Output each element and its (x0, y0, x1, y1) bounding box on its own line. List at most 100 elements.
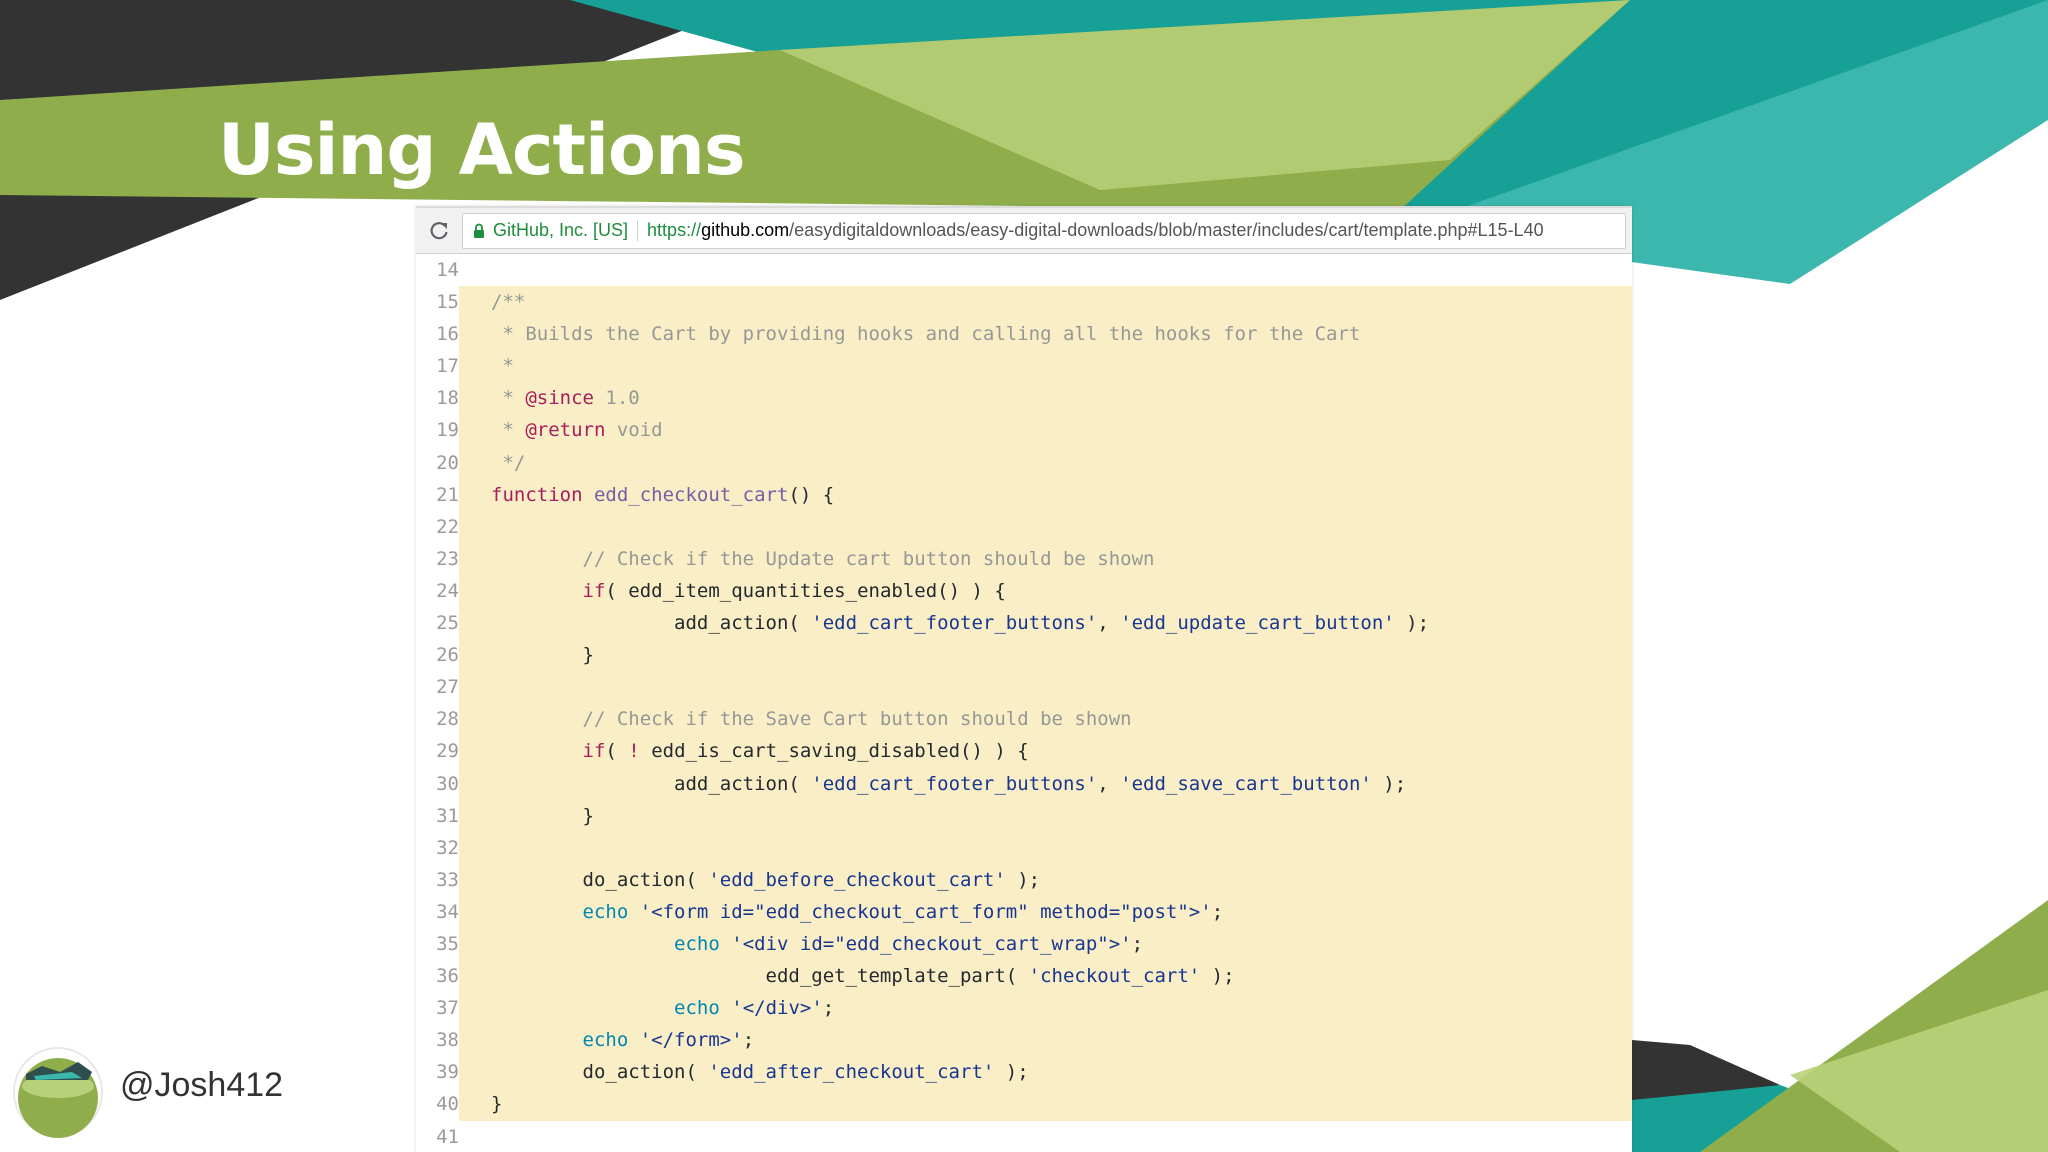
code-token: '<div id="edd_checkout_cart_wrap">' (731, 932, 1132, 955)
code-token: ( (605, 740, 629, 763)
code-token: ; (742, 1029, 755, 1052)
line-number[interactable]: 37 (416, 992, 459, 1024)
line-number[interactable]: 27 (416, 671, 459, 703)
line-number[interactable]: 33 (416, 864, 459, 896)
code-token: 'checkout_cart' (1028, 965, 1201, 988)
line-number[interactable]: 36 (416, 960, 459, 992)
url-field[interactable]: GitHub, Inc. [US] https://github.com/eas… (462, 212, 1626, 249)
code-token: 'edd_before_checkout_cart' (708, 868, 1006, 891)
line-number[interactable]: 39 (416, 1056, 459, 1088)
line-number[interactable]: 17 (416, 350, 459, 382)
line-number[interactable]: 29 (416, 735, 459, 767)
code-text: * Builds the Cart by providing hooks and… (479, 318, 1632, 351)
line-number[interactable]: 30 (416, 768, 459, 800)
line-number[interactable]: 14 (416, 254, 459, 286)
code-text: do_action( 'edd_after_checkout_cart' ); (479, 1056, 1632, 1089)
code-line: 17 * (416, 350, 1632, 383)
line-number[interactable]: 24 (416, 575, 459, 607)
avatar (13, 1047, 103, 1138)
code-line: 25 add_action( 'edd_cart_footer_buttons'… (416, 607, 1632, 640)
line-number[interactable]: 26 (416, 639, 459, 671)
code-line: 15 /** (416, 286, 1632, 319)
code-token: * (491, 419, 526, 442)
line-number[interactable]: 41 (416, 1121, 459, 1152)
line-number[interactable]: 16 (416, 318, 459, 350)
code-text: echo '<div id="edd_checkout_cart_wrap">'… (479, 927, 1632, 961)
line-number[interactable]: 21 (416, 479, 459, 511)
line-number[interactable]: 19 (416, 414, 459, 446)
line-number[interactable]: 22 (416, 511, 459, 543)
code-text (479, 510, 1632, 543)
code-token: , (1097, 612, 1121, 635)
url-host: github.com (701, 220, 790, 240)
code-text: echo '</div>'; (479, 992, 1632, 1025)
code-token: 'edd_cart_footer_buttons' (811, 772, 1098, 795)
code-token: * (491, 387, 526, 410)
code-token: add_action( (491, 772, 812, 795)
code-token: @since (525, 387, 594, 410)
code-line: 31 } (416, 799, 1632, 832)
browser-window: GitHub, Inc. [US] https://github.com/eas… (416, 206, 1632, 1152)
code-token: ); (1371, 772, 1407, 795)
url-text: https://github.com/easydigitaldownloads/… (638, 220, 1544, 241)
url-path: /easydigitaldownloads/easy-digital-downl… (789, 220, 1544, 240)
code-text: edd_get_template_part( 'checkout_cart' )… (479, 960, 1632, 993)
code-token: * (491, 355, 514, 378)
code-line: 26 } (416, 639, 1632, 672)
code-token: '</div>' (731, 997, 823, 1020)
code-line: 32 (416, 831, 1632, 864)
line-number[interactable]: 35 (416, 928, 459, 960)
code-token: edd_is_cart_saving_disabled() ) { (639, 740, 1029, 763)
line-number[interactable]: 34 (416, 896, 459, 928)
code-line: 41 (416, 1121, 1632, 1152)
code-text: } (479, 1088, 1632, 1121)
code-line: 38 echo '</form>'; (416, 1024, 1632, 1057)
code-token: echo (674, 932, 720, 955)
code-token: 'edd_after_checkout_cart' (708, 1061, 995, 1084)
code-token: // Check if the Save Cart button should … (582, 708, 1132, 731)
code-text: /** (479, 286, 1632, 319)
line-number[interactable]: 18 (416, 382, 459, 414)
code-token: '<form id="edd_checkout_cart_form" metho… (639, 900, 1212, 923)
code-line: 14 (416, 254, 1632, 286)
code-token: ); (1005, 868, 1041, 891)
line-number[interactable]: 38 (416, 1024, 459, 1056)
line-number[interactable]: 23 (416, 543, 459, 575)
code-text (479, 671, 1632, 704)
ev-certificate-label[interactable]: GitHub, Inc. [US] (493, 220, 639, 241)
line-number[interactable]: 40 (416, 1088, 459, 1120)
code-token: ; (1211, 900, 1224, 923)
lock-icon (473, 222, 487, 240)
code-token: echo (674, 997, 720, 1020)
code-text: // Check if the Save Cart button should … (479, 703, 1632, 736)
line-number[interactable]: 20 (416, 447, 459, 479)
code-token: ; (822, 997, 835, 1020)
line-number[interactable]: 31 (416, 800, 459, 832)
code-text: } (479, 799, 1632, 832)
reload-button[interactable] (416, 209, 462, 253)
code-token: ; (1131, 932, 1144, 955)
code-token: ); (994, 1061, 1029, 1084)
line-number[interactable]: 25 (416, 607, 459, 639)
code-line: 36 edd_get_template_part( 'checkout_cart… (416, 960, 1632, 993)
code-token: ! (628, 740, 640, 763)
line-number[interactable]: 15 (416, 286, 459, 318)
code-text: */ (479, 446, 1632, 479)
code-line: 40} (416, 1088, 1632, 1121)
code-token: } (491, 804, 594, 827)
line-number[interactable]: 28 (416, 703, 459, 735)
line-number[interactable]: 32 (416, 832, 459, 864)
code-text: if( ! edd_is_cart_saving_disabled() ) { (479, 735, 1632, 768)
code-line: 18 * @since 1.0 (416, 382, 1632, 415)
